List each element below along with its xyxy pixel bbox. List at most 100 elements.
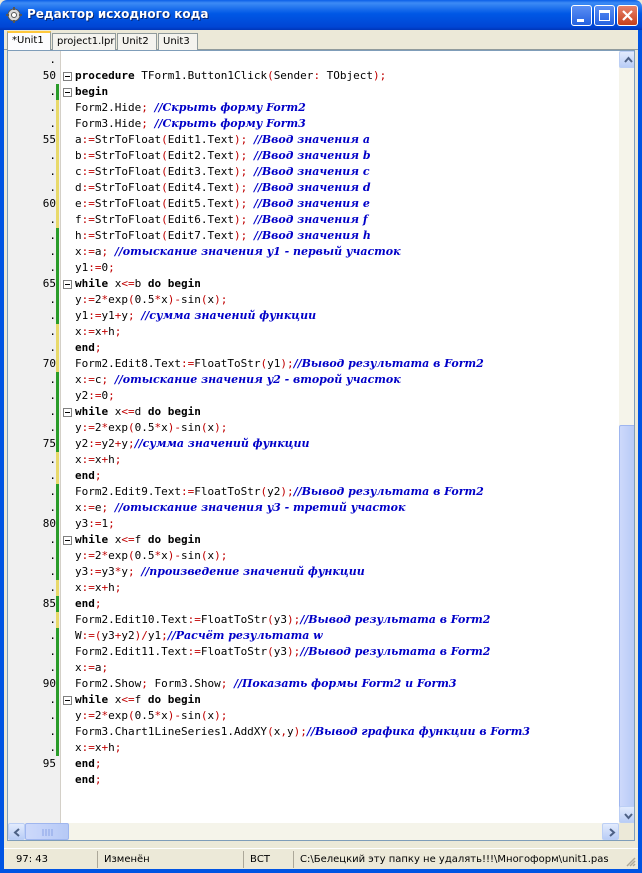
gutter-line[interactable]: .	[8, 532, 60, 548]
gutter-line[interactable]: .	[8, 340, 60, 356]
gutter-line[interactable]: .	[8, 484, 60, 500]
gutter-line[interactable]: .	[8, 372, 60, 388]
gutter-line[interactable]: .	[8, 420, 60, 436]
horizontal-scrollbar[interactable]	[8, 823, 619, 840]
gutter-line[interactable]: 90	[8, 676, 60, 692]
fold-toggle-icon[interactable]	[63, 536, 72, 545]
gutter-line[interactable]: .	[8, 692, 60, 708]
fold-toggle-icon[interactable]	[63, 408, 72, 417]
status-bar: 97: 43 Изменён ВСТ C:\Белецкий эту папку…	[4, 848, 638, 869]
code-keyword: while	[75, 533, 109, 546]
horizontal-scroll-thumb[interactable]	[25, 823, 69, 840]
gutter-line[interactable]: .	[8, 116, 60, 132]
gutter-line[interactable]: .	[8, 100, 60, 116]
gutter-line[interactable]: .	[8, 260, 60, 276]
gutter-line[interactable]: .	[8, 580, 60, 596]
code-token: b:=StrToFloat(Edit2.Text);	[75, 149, 248, 162]
line-number: .	[49, 693, 56, 706]
fold-toggle-icon[interactable]	[63, 88, 72, 97]
gutter-line[interactable]: 80	[8, 516, 60, 532]
gutter-line[interactable]: .	[8, 404, 60, 420]
maximize-button[interactable]	[594, 5, 615, 26]
code-text: Form2.Show; Form3.Show; //Показать формы…	[75, 676, 457, 692]
gutter-line[interactable]: .	[8, 228, 60, 244]
vertical-scrollbar[interactable]	[619, 51, 634, 823]
gutter-line[interactable]: .	[8, 52, 60, 68]
gutter-line[interactable]: .	[8, 644, 60, 660]
code-token: y3:=y3*y;	[75, 565, 135, 578]
line-number: 80	[42, 517, 56, 530]
code-text: end;	[75, 756, 102, 772]
fold-toggle-icon[interactable]	[63, 72, 72, 81]
close-icon	[622, 10, 633, 21]
gutter-line[interactable]: .	[8, 308, 60, 324]
gutter-line[interactable]: .	[8, 388, 60, 404]
gutter-line[interactable]: .	[8, 468, 60, 484]
gutter-line[interactable]: .	[8, 564, 60, 580]
gutter-line[interactable]: .	[8, 740, 60, 756]
code-comment: //Скрыть форму Form3	[154, 117, 306, 130]
line-number: 90	[42, 677, 56, 690]
gutter-line[interactable]: .	[8, 708, 60, 724]
gutter-line[interactable]: .	[8, 548, 60, 564]
line-number: .	[49, 389, 56, 402]
gutter-line[interactable]: 85	[8, 596, 60, 612]
tab-project1-lpr[interactable]: project1.lpr	[52, 33, 116, 50]
fold-toggle-icon[interactable]	[63, 280, 72, 289]
gutter-line[interactable]: 75	[8, 436, 60, 452]
scroll-up-button[interactable]	[619, 51, 634, 68]
gutter-line[interactable]: 65	[8, 276, 60, 292]
scroll-right-button[interactable]	[602, 823, 619, 840]
gutter-line[interactable]: 95	[8, 756, 60, 772]
gutter-line[interactable]: 55	[8, 132, 60, 148]
code-keyword: end	[75, 469, 95, 482]
code-token: x<=f	[108, 693, 148, 706]
close-button[interactable]	[617, 5, 638, 26]
code-comment: //Ввод значения h	[253, 229, 371, 242]
code-text: x:=a; //отыскание значения y1 - первый у…	[75, 244, 401, 260]
minimize-button[interactable]	[571, 5, 592, 26]
code-token: x<=d	[108, 405, 148, 418]
code-area[interactable]: procedure TForm1.Button1Click(Sender: TO…	[61, 51, 619, 823]
code-text: end;	[75, 772, 102, 788]
gutter-line[interactable]: .	[8, 164, 60, 180]
code-text: while x<=b do begin	[75, 276, 201, 292]
status-modified: Изменён	[98, 851, 244, 868]
gutter-line[interactable]: .	[8, 612, 60, 628]
tab-unit2[interactable]: Unit2	[117, 33, 157, 50]
code-keyword: do begin	[147, 277, 201, 290]
tab-bar: *Unit1 project1.lpr Unit2 Unit3	[4, 30, 638, 51]
tab-unit1[interactable]: *Unit1	[7, 31, 51, 51]
unsaved-change-marker	[56, 708, 59, 724]
gutter-line[interactable]: 50	[8, 68, 60, 84]
gutter-line[interactable]: .	[8, 180, 60, 196]
gutter-line[interactable]: .	[8, 244, 60, 260]
gutter-line[interactable]: 60	[8, 196, 60, 212]
unsaved-change-marker	[56, 676, 59, 692]
gutter-line[interactable]: 70	[8, 356, 60, 372]
line-gutter[interactable]: . 50... 55... 60.... 65.... 70.... 75.... 80...…	[8, 51, 60, 823]
size-grip-icon[interactable]	[624, 855, 636, 867]
gutter-line[interactable]: .	[8, 452, 60, 468]
source-editor[interactable]: . 50... 55... 60.... 65.... 70.... 75.... 80...…	[7, 50, 635, 841]
gutter-line[interactable]: .	[8, 324, 60, 340]
code-text: y2:=0;	[75, 388, 115, 404]
tab-unit3[interactable]: Unit3	[158, 33, 198, 50]
gutter-line[interactable]: .	[8, 500, 60, 516]
gutter-line[interactable]: .	[8, 148, 60, 164]
vertical-scroll-thumb[interactable]	[619, 425, 634, 811]
scroll-left-button[interactable]	[8, 823, 25, 840]
gutter-line[interactable]: .	[8, 84, 60, 100]
code-comment: //Вывод результата в Form2	[293, 357, 484, 370]
gutter-line[interactable]: .	[8, 292, 60, 308]
title-bar[interactable]: Редактор исходного кода	[0, 0, 642, 30]
gutter-line[interactable]: .	[8, 660, 60, 676]
gutter-line[interactable]: .	[8, 724, 60, 740]
fold-toggle-icon[interactable]	[63, 696, 72, 705]
gutter-line[interactable]: .	[8, 628, 60, 644]
code-text: x:=e; //отыскание значения y3 - третий у…	[75, 500, 405, 516]
gutter-line[interactable]: .	[8, 212, 60, 228]
code-text: end;	[75, 340, 102, 356]
window-frame-bottom	[0, 869, 642, 873]
scroll-down-button[interactable]	[619, 806, 634, 823]
